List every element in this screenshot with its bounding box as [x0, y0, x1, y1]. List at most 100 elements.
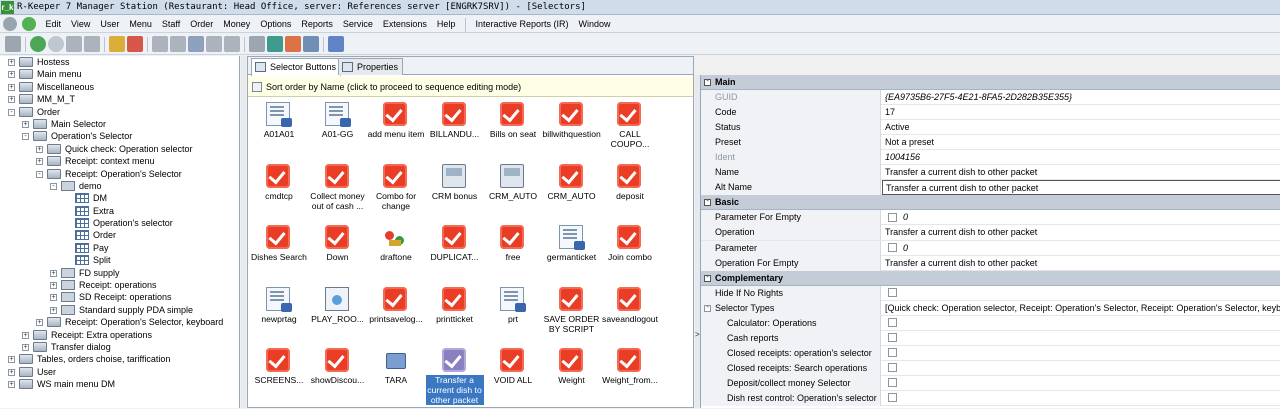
- property-row[interactable]: Alt Name Transfer a current dish to other…: [701, 180, 1280, 196]
- view-icon[interactable]: [303, 36, 319, 52]
- refresh-icon[interactable]: [267, 36, 283, 52]
- selector-button[interactable]: showDiscou...: [309, 345, 367, 403]
- property-row[interactable]: - Selector Types [Quick check: Operation s…: [701, 300, 1280, 316]
- property-value[interactable]: Transfer a current dish to other packet: [882, 256, 1280, 271]
- collapse-icon[interactable]: -: [704, 78, 711, 86]
- selector-button[interactable]: Join combo: [601, 222, 659, 280]
- search-icon[interactable]: [249, 36, 265, 52]
- property-row[interactable]: Ident 1004156: [701, 150, 1280, 166]
- tree-node[interactable]: + Main menu: [0, 68, 239, 80]
- checkbox[interactable]: [888, 287, 897, 297]
- tree-node[interactable]: - Receipt: Operation's Selector: [0, 168, 239, 180]
- cancel-icon[interactable]: [127, 36, 143, 52]
- tree-node[interactable]: + WS main menu DM: [0, 378, 239, 390]
- selector-button[interactable]: Down: [309, 222, 367, 280]
- menu-extensions[interactable]: Extensions: [378, 15, 432, 33]
- selector-tree[interactable]: + Hostess + Main menu + Miscellaneous + MM_M_T -…: [0, 56, 240, 408]
- tree-node[interactable]: + Hostess: [0, 56, 239, 68]
- menu-help[interactable]: Help: [432, 15, 461, 33]
- selector-button[interactable]: saveandlogout: [601, 284, 659, 342]
- paste-icon[interactable]: [224, 36, 240, 52]
- property-value[interactable]: 0: [882, 241, 1280, 256]
- sort-order-bar[interactable]: Sort order by Name (click to proceed to …: [248, 77, 693, 97]
- expand-icon[interactable]: +: [8, 368, 15, 376]
- selector-button[interactable]: Weight_from...: [601, 345, 659, 403]
- property-row[interactable]: Operation For Empty Transfer a current di…: [701, 255, 1280, 271]
- property-row[interactable]: Parameter For Empty 0: [701, 210, 1280, 226]
- checkbox[interactable]: [888, 347, 897, 357]
- tree-node[interactable]: + Transfer dialog: [0, 341, 239, 353]
- checkbox[interactable]: [888, 363, 897, 373]
- system-menu-icon[interactable]: [3, 17, 17, 31]
- selector-button[interactable]: add menu item: [367, 99, 425, 157]
- property-value[interactable]: Transfer a current dish to other packet: [882, 165, 1280, 180]
- selector-button[interactable]: newprtag: [250, 284, 308, 342]
- property-row[interactable]: Status Active: [701, 120, 1280, 136]
- selector-button[interactable]: billwithquestion: [543, 99, 601, 157]
- selector-button[interactable]: deposit: [601, 161, 659, 219]
- tree-node[interactable]: + MM_M_T: [0, 93, 239, 105]
- export-icon[interactable]: [109, 36, 125, 52]
- category-header[interactable]: - Main: [701, 75, 1280, 91]
- selector-button[interactable]: prt: [484, 284, 542, 342]
- selector-button[interactable]: CRM_AUTO: [543, 161, 601, 219]
- tree-node[interactable]: + Tables, orders choise, tariffication: [0, 353, 239, 365]
- checkbox[interactable]: [888, 332, 897, 342]
- expand-icon[interactable]: +: [36, 319, 43, 327]
- expand-icon[interactable]: +: [8, 356, 15, 364]
- property-value[interactable]: [882, 286, 1280, 301]
- collapse-icon[interactable]: -: [50, 182, 57, 190]
- collapse-icon[interactable]: -: [8, 108, 15, 116]
- tree-node[interactable]: - Operation's Selector: [0, 130, 239, 142]
- property-value[interactable]: [882, 346, 1280, 361]
- doc-icon[interactable]: [170, 36, 186, 52]
- expand-icon[interactable]: +: [8, 59, 15, 66]
- tree-node[interactable]: - Order: [0, 106, 239, 118]
- tree-node[interactable]: + SD Receipt: operations: [0, 291, 239, 303]
- expand-icon[interactable]: +: [22, 343, 29, 351]
- category-header[interactable]: - Basic: [701, 195, 1280, 211]
- expand-icon[interactable]: +: [8, 71, 15, 79]
- property-value[interactable]: Active: [882, 120, 1280, 135]
- tree-node[interactable]: + Miscellaneous: [0, 81, 239, 93]
- property-value[interactable]: 1004156: [882, 150, 1280, 165]
- selector-button[interactable]: Combo for change: [367, 161, 425, 219]
- property-row[interactable]: Parameter 0: [701, 240, 1280, 256]
- menu-user[interactable]: User: [95, 15, 124, 33]
- tree-node[interactable]: + Quick check: Operation selector: [0, 143, 239, 155]
- back-icon[interactable]: [30, 36, 46, 52]
- selector-button[interactable]: TARA: [367, 345, 425, 403]
- selector-button[interactable]: CRM_AUTO: [484, 161, 542, 219]
- save-icon[interactable]: [152, 36, 168, 52]
- property-row[interactable]: Operation Transfer a current dish to othe…: [701, 225, 1280, 241]
- collapse-icon[interactable]: -: [36, 170, 43, 178]
- expand-icon[interactable]: +: [8, 83, 15, 91]
- tree-node[interactable]: + FD supply: [0, 267, 239, 279]
- property-row[interactable]: Closed receipts: Search operations: [701, 360, 1280, 376]
- expand-icon[interactable]: +: [22, 120, 29, 128]
- selector-button[interactable]: SAVE ORDER BY SCRIPT: [543, 284, 601, 342]
- tree-node[interactable]: Order: [0, 229, 239, 241]
- expand-icon[interactable]: +: [8, 96, 15, 104]
- tree-node[interactable]: + Receipt: operations: [0, 279, 239, 291]
- collapse-icon[interactable]: -: [22, 133, 29, 141]
- tree-node[interactable]: + Receipt: context menu: [0, 155, 239, 167]
- property-value[interactable]: 17: [882, 105, 1280, 120]
- selector-button[interactable]: germanticket: [543, 222, 601, 280]
- grid-icon[interactable]: [66, 36, 82, 52]
- selector-button[interactable]: A01-GG: [309, 99, 367, 157]
- property-value[interactable]: [882, 316, 1280, 331]
- expand-icon[interactable]: +: [50, 306, 57, 314]
- selector-button[interactable]: cmdtcp: [250, 161, 308, 219]
- tree-node[interactable]: + User: [0, 366, 239, 378]
- selector-button[interactable]: DUPLICAT...: [426, 222, 484, 280]
- property-value[interactable]: Transfer a current dish to other packet: [882, 180, 1280, 196]
- menu-money[interactable]: Money: [218, 15, 255, 33]
- collapse-icon[interactable]: -: [704, 304, 711, 312]
- selector-button[interactable]: Collect money out of cash ...: [309, 161, 367, 219]
- tree-node[interactable]: Split: [0, 254, 239, 266]
- menu-extra-1[interactable]: Window: [573, 15, 615, 33]
- checkbox[interactable]: [888, 212, 897, 222]
- menu-options[interactable]: Options: [255, 15, 296, 33]
- tree-node[interactable]: DM: [0, 192, 239, 204]
